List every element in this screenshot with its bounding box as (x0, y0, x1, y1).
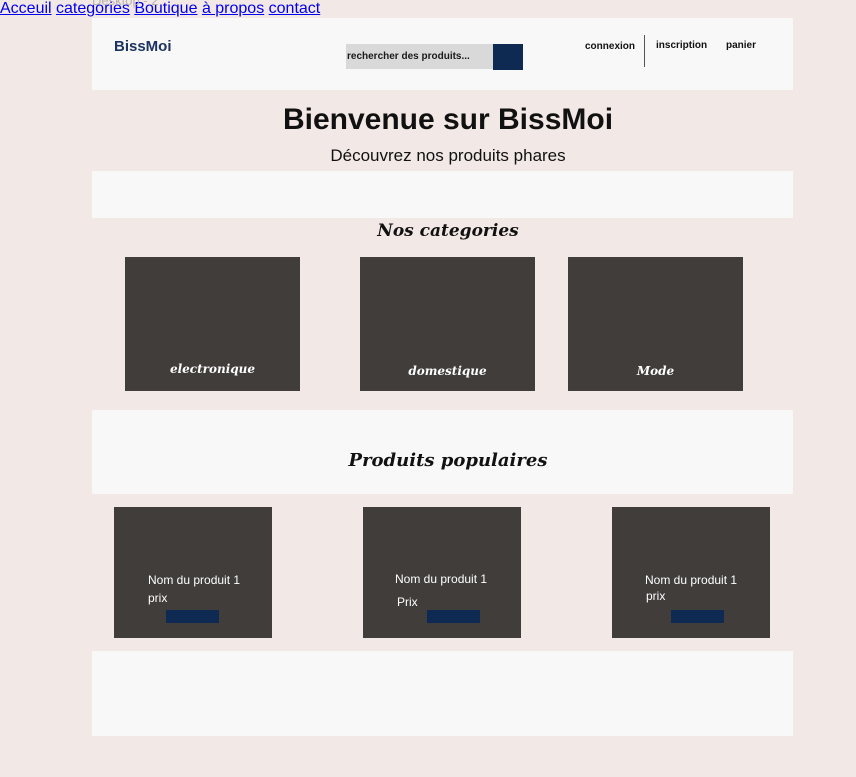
nav-item-accueil[interactable]: Acceuil (0, 0, 52, 17)
product-name: Nom du produit 1 (645, 573, 738, 587)
product-name: Nom du produit 1 (148, 573, 241, 587)
category-label: Mode (636, 364, 675, 378)
category-card-electronique[interactable]: electronique (125, 257, 300, 391)
footer (92, 651, 793, 736)
search-input[interactable] (346, 44, 493, 69)
add-to-cart-button[interactable] (427, 610, 480, 623)
add-to-cart-button[interactable] (166, 610, 219, 623)
add-to-cart-button[interactable] (671, 610, 724, 623)
cart-link[interactable]: panier (726, 40, 756, 51)
nav-item-contact[interactable]: contact (269, 0, 321, 17)
category-card-domestique[interactable]: domestique (360, 257, 535, 391)
hero-subtitle: Découvrez nos produits phares (330, 146, 566, 165)
categories-title: Nos categories (377, 221, 519, 241)
hero-title: Bienvenue sur BissMoi (282, 103, 614, 136)
nav-bar (92, 171, 793, 218)
product-name: Nom du produit 1 (395, 572, 488, 586)
category-label: domestique (408, 364, 487, 378)
category-card-mode[interactable]: Mode (568, 257, 743, 391)
header-divider (644, 35, 645, 67)
popular-title: Produits populaires (348, 450, 548, 471)
inscription-link[interactable]: inscription (656, 40, 707, 51)
product-card: Nom du produit 1 Prix (363, 507, 521, 638)
connexion-link[interactable]: connexion (585, 41, 635, 52)
product-price: prix (148, 591, 168, 605)
product-price: prix (646, 589, 666, 603)
frame-label: Desktop - 2 (92, 0, 159, 8)
search-button[interactable] (493, 44, 523, 70)
nav-item-a-propos[interactable]: à propos (202, 0, 264, 17)
category-label: electronique (169, 362, 256, 376)
product-price: Prix (397, 595, 418, 609)
product-card: Nom du produit 1 prix (612, 507, 770, 638)
product-card: Nom du produit 1 prix (114, 507, 272, 638)
site-logo[interactable]: BissMoi (114, 38, 172, 55)
